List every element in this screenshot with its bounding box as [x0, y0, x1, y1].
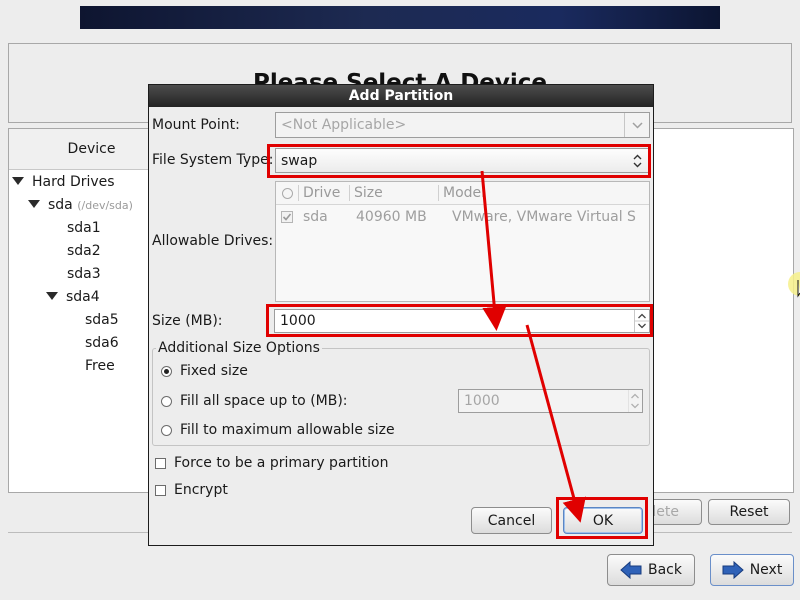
force-primary-label[interactable]: Force to be a primary partition: [174, 455, 388, 471]
ok-highlight: [556, 497, 648, 539]
tree-item-hard-drives[interactable]: Hard Drives: [12, 174, 115, 190]
size-highlight: [266, 304, 653, 337]
tree-item-sda1[interactable]: sda1: [67, 220, 101, 236]
fill-upto-label[interactable]: Fill all space up to (MB):: [180, 393, 348, 409]
expander-icon[interactable]: [12, 177, 24, 185]
tree-item-label: sda5: [85, 312, 119, 328]
reset-button[interactable]: Reset: [708, 499, 790, 525]
cancel-button[interactable]: Cancel: [471, 507, 552, 534]
tree-item-label: Free: [85, 358, 115, 374]
cancel-button-label: Cancel: [487, 512, 536, 529]
col-model[interactable]: Model: [438, 185, 485, 201]
chevron-down-icon[interactable]: [624, 113, 649, 137]
fill-upto-radio[interactable]: [161, 396, 172, 407]
tree-item-sda2[interactable]: sda2: [67, 243, 101, 259]
encrypt-label[interactable]: Encrypt: [174, 482, 228, 498]
fixed-size-label[interactable]: Fixed size: [180, 363, 248, 379]
fill-max-radio[interactable]: [161, 425, 172, 436]
fill-max-label[interactable]: Fill to maximum allowable size: [180, 422, 395, 438]
reset-button-label: Reset: [729, 504, 769, 520]
allowable-drives-label: Allowable Drives:: [152, 233, 274, 249]
tree-header-label: Device: [67, 141, 116, 157]
fill-upto-spinbox[interactable]: 1000: [458, 389, 643, 413]
mount-point-label: Mount Point:: [152, 117, 240, 133]
tree-item-label: sda6: [85, 335, 119, 351]
tree-item-label: sda: [48, 197, 73, 213]
cell-size: 40960 MB: [356, 209, 427, 225]
cell-drive: sda: [303, 209, 328, 225]
checkmark-icon: [281, 211, 293, 223]
spin-arrows-icon: [628, 390, 639, 412]
col-size[interactable]: Size: [349, 185, 438, 201]
tree-item-label: sda3: [67, 266, 101, 282]
tree-item-label: sda4: [66, 289, 100, 305]
tree-item-sda5[interactable]: sda5: [85, 312, 119, 328]
mouse-cursor-icon: [788, 272, 800, 298]
next-arrow-icon: [722, 561, 744, 579]
table-row[interactable]: sda 40960 MB VMware, VMware Virtual S: [276, 206, 649, 228]
tree-item-label: sda1: [67, 220, 101, 236]
header-banner: [80, 6, 720, 29]
cell-model: VMware, VMware Virtual S: [452, 209, 636, 225]
mount-point-value: <Not Applicable>: [281, 117, 407, 133]
tree-item-label: Hard Drives: [32, 174, 115, 190]
tree-item-sda3[interactable]: sda3: [67, 266, 101, 282]
fill-upto-value: 1000: [464, 393, 500, 409]
dialog-title-bar[interactable]: Add Partition: [149, 85, 653, 107]
next-button-label: Next: [749, 562, 783, 578]
tree-item-sda6[interactable]: sda6: [85, 335, 119, 351]
force-primary-checkbox[interactable]: [155, 458, 166, 469]
fixed-size-radio[interactable]: [161, 366, 172, 377]
expander-icon[interactable]: [46, 292, 58, 300]
tree-item-sda4[interactable]: sda4: [46, 289, 100, 305]
additional-size-legend: Additional Size Options: [156, 340, 322, 356]
header-check-column[interactable]: [276, 187, 298, 199]
col-drive[interactable]: Drive: [298, 185, 349, 201]
next-button[interactable]: Next: [710, 554, 794, 586]
drive-checkbox[interactable]: [276, 211, 298, 223]
tree-item-free[interactable]: Free: [85, 358, 115, 374]
delete-button-label: lete: [652, 504, 679, 520]
back-button-label: Back: [648, 562, 682, 578]
dialog-title: Add Partition: [348, 88, 454, 104]
tree-item-sda[interactable]: sda (/dev/sda): [28, 197, 133, 213]
drives-table-header: Drive Size Model: [276, 182, 649, 205]
back-button[interactable]: Back: [607, 554, 695, 586]
radio-header-icon: [281, 187, 293, 199]
mount-point-combo[interactable]: <Not Applicable>: [275, 112, 650, 138]
expander-icon[interactable]: [28, 200, 40, 208]
size-label: Size (MB):: [152, 313, 223, 329]
back-arrow-icon: [620, 561, 642, 579]
fs-type-label: File System Type:: [152, 152, 274, 168]
device-path: (/dev/sda): [77, 199, 133, 212]
encrypt-checkbox[interactable]: [155, 485, 166, 496]
fs-type-highlight: [267, 144, 651, 178]
tree-item-label: sda2: [67, 243, 101, 259]
